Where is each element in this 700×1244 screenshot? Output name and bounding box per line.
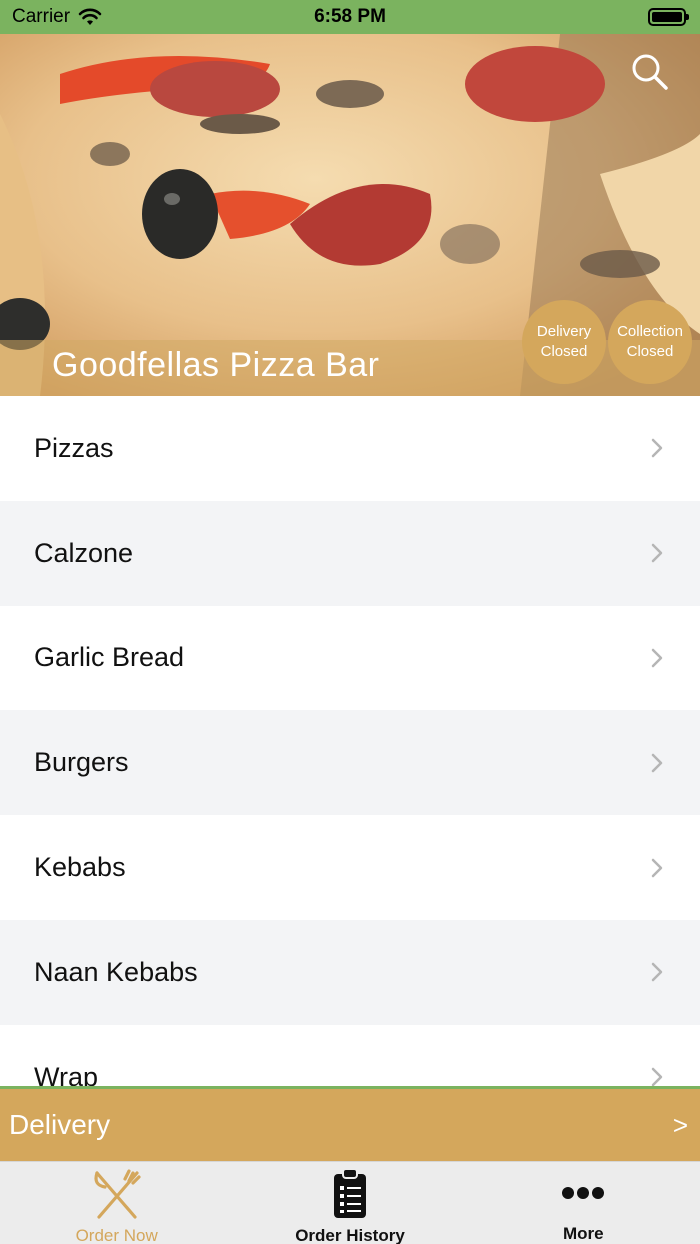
tab-label: More — [563, 1224, 604, 1243]
order-mode-label: Delivery — [9, 1109, 111, 1140]
search-icon[interactable] — [630, 52, 670, 92]
fork-knife-icon — [94, 1169, 141, 1219]
order-mode-bar[interactable]: Delivery > — [0, 1089, 700, 1161]
collection-badge-line2: Closed — [626, 343, 674, 360]
category-row-pizzas[interactable]: Pizzas — [0, 396, 700, 501]
chevron-right-icon — [651, 543, 663, 563]
chevron-right-icon — [651, 648, 663, 668]
category-label: Kebabs — [34, 852, 126, 883]
battery-icon — [648, 8, 689, 26]
chevron-right-icon — [651, 753, 663, 773]
tab-order-history[interactable]: Order History — [233, 1162, 466, 1244]
wifi-icon — [78, 8, 102, 25]
order-mode-arrow: > — [672, 1109, 688, 1140]
collection-badge-line1: Collection — [617, 323, 683, 340]
tab-bar: Order Now Order History More — [0, 1161, 700, 1244]
more-dots-icon — [562, 1187, 605, 1199]
carrier-label: Carrier — [12, 6, 71, 27]
category-label: Wrap — [34, 1061, 99, 1088]
clipboard-list-icon — [333, 1168, 366, 1218]
category-list: Pizzas Calzone Garlic Bread Burgers Keba… — [0, 396, 700, 1088]
category-row-burgers[interactable]: Burgers — [0, 710, 700, 816]
category-label: Garlic Bread — [34, 642, 185, 673]
delivery-badge-line2: Closed — [540, 343, 588, 360]
category-row-calzone[interactable]: Calzone — [0, 500, 700, 606]
chevron-right-icon — [651, 1067, 663, 1087]
status-left: Carrier — [12, 6, 102, 28]
delivery-badge-line1: Delivery — [536, 323, 592, 340]
category-row-garlic-bread[interactable]: Garlic Bread — [0, 605, 700, 711]
tab-more[interactable]: More — [467, 1162, 700, 1244]
chevron-right-icon — [651, 439, 663, 458]
hero-banner: Goodfellas Pizza Bar Delivery Closed Col… — [0, 34, 700, 396]
status-time: 6:58 PM — [314, 6, 386, 27]
category-label: Naan Kebabs — [34, 956, 198, 987]
category-label: Burgers — [34, 747, 129, 778]
category-label: Calzone — [34, 537, 134, 568]
chevron-right-icon — [651, 858, 663, 877]
tab-label: Order Now — [75, 1226, 158, 1244]
collection-status-badge: Collection Closed — [608, 300, 692, 384]
category-label: Pizzas — [34, 432, 114, 463]
category-row-kebabs[interactable]: Kebabs — [0, 815, 700, 920]
status-bar: Carrier 6:58 PM — [0, 0, 700, 34]
tab-order-now[interactable]: Order Now — [0, 1162, 233, 1244]
category-row-naan-kebabs[interactable]: Naan Kebabs — [0, 919, 700, 1025]
category-row-wrap[interactable]: Wrap — [0, 1024, 700, 1088]
delivery-status-badge: Delivery Closed — [522, 300, 606, 384]
restaurant-title: Goodfellas Pizza Bar — [52, 346, 380, 384]
chevron-right-icon — [651, 963, 663, 982]
tab-label: Order History — [295, 1226, 405, 1244]
